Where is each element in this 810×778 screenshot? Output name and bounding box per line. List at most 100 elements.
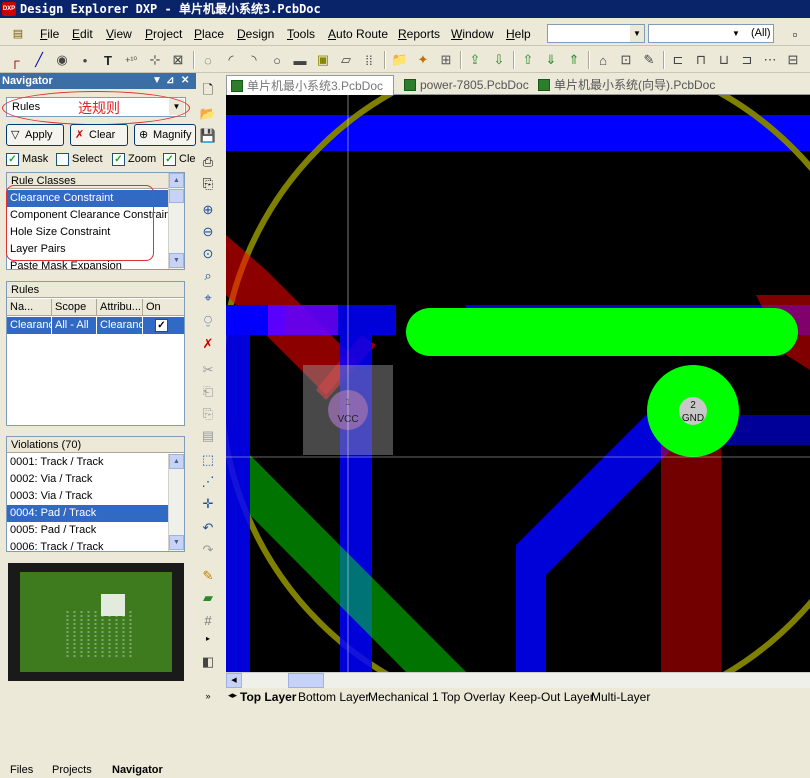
interactive-routing-icon[interactable]: ┌ <box>6 51 24 69</box>
tab-layer-mechanical[interactable]: Mechanical 1 <box>368 690 439 704</box>
keepout-icon[interactable]: ⊠ <box>169 51 187 69</box>
place-up-icon[interactable]: ⇧ <box>519 51 537 69</box>
arc-any-icon[interactable]: ◝ <box>245 51 263 69</box>
arc-center-icon[interactable]: ◌ <box>199 51 217 69</box>
horizontal-scrollbar[interactable]: ◀ <box>226 672 810 688</box>
via-icon[interactable]: • <box>76 51 94 69</box>
copy-icon[interactable]: ⎗ <box>199 383 217 401</box>
document-menu-icon[interactable]: ▤ <box>9 24 27 42</box>
scroll-down-icon[interactable]: ▼ <box>169 253 184 268</box>
tab-projects[interactable]: Projects <box>52 764 92 776</box>
move-up-icon[interactable]: ⇪ <box>466 51 484 69</box>
menu-design[interactable]: Design <box>237 27 274 41</box>
select-area-icon[interactable]: ⬚ <box>199 451 217 469</box>
toolbar-combo-filter[interactable]: (All) ▼ <box>648 24 774 43</box>
tab-layer-top[interactable]: Top Layer <box>240 690 296 704</box>
clear-button[interactable]: ✗ Clear <box>70 124 128 146</box>
tab-navigator[interactable]: Navigator <box>112 764 163 776</box>
menu-place[interactable]: Place <box>194 27 224 41</box>
list-item[interactable]: 0003: Via / Track <box>7 488 169 505</box>
highlight-net-icon[interactable]: ✎ <box>199 567 217 585</box>
scroll-up-icon[interactable]: ▲ <box>169 454 184 469</box>
scroll-thumb[interactable] <box>288 673 324 688</box>
print-preview-icon[interactable]: ⎘ <box>199 175 217 193</box>
vertical-scrollbar[interactable]: ▲ ▼ <box>168 454 184 551</box>
pcb-canvas[interactable]: 1 VCC 2 GND <box>226 95 810 672</box>
rule-on-checkbox[interactable]: ✓ <box>155 319 168 332</box>
list-item[interactable]: 0005: Pad / Track <box>7 522 169 539</box>
table-row[interactable]: Clearanc All - All Clearanc ✓ <box>7 317 184 334</box>
zoom-in-icon[interactable]: ⊕ <box>199 201 217 219</box>
menu-edit[interactable]: Edit <box>72 27 93 41</box>
column-header[interactable]: On <box>143 299 183 316</box>
tab-files[interactable]: Files <box>10 764 33 776</box>
zoom-area-icon[interactable]: ⌕ <box>199 267 217 285</box>
new-component-icon[interactable]: ✦ <box>414 51 432 69</box>
menu-project[interactable]: Project <box>145 27 182 41</box>
toolbar-extra-button[interactable]: ▫ <box>786 25 804 43</box>
scroll-left-icon[interactable]: ◀ <box>226 673 242 688</box>
open-folder-icon[interactable]: 📁 <box>391 51 409 69</box>
list-item[interactable]: 0001: Track / Track <box>7 454 169 471</box>
zoom-out-icon[interactable]: ⊖ <box>199 223 217 241</box>
text-icon[interactable]: T <box>99 51 117 69</box>
place-down-icon[interactable]: ⇓ <box>542 51 560 69</box>
magnify-button[interactable]: ⊕ Magnify <box>134 124 196 146</box>
paste-icon[interactable]: ⎘ <box>199 405 217 423</box>
mask-checkbox[interactable]: ✓ Mask <box>6 153 48 166</box>
dimension-icon[interactable]: ⊹ <box>146 51 164 69</box>
slice-icon[interactable]: ▱ <box>337 51 355 69</box>
select-connected-icon[interactable]: ⋰ <box>199 473 217 491</box>
tab-layer-multi[interactable]: Multi-Layer <box>591 690 650 704</box>
zoom-checkbox[interactable]: ✓ Zoom <box>112 153 156 166</box>
full-circle-icon[interactable]: ○ <box>268 51 286 69</box>
fill-icon[interactable]: ▬ <box>291 51 309 69</box>
component-wizard-icon[interactable]: ⌂ <box>594 51 612 69</box>
clear-existing-checkbox[interactable]: ✓ Cle <box>163 153 196 166</box>
list-item[interactable]: 0004: Pad / Track <box>7 505 169 522</box>
zoom-selected-icon[interactable]: ⌖ <box>199 289 217 307</box>
align-bottom-icon[interactable]: ⊔ <box>715 51 733 69</box>
vertical-scrollbar[interactable]: ▲ ▼ <box>168 173 184 269</box>
cut-icon[interactable]: ✂ <box>199 361 217 379</box>
board-mini-viewer[interactable] <box>8 563 184 681</box>
new-document-icon[interactable]: 🗋 <box>199 82 217 101</box>
redo-icon[interactable]: ↷ <box>199 541 217 559</box>
pin-icon[interactable]: ⊿ <box>166 73 174 89</box>
arc-edge-icon[interactable]: ◜ <box>222 51 240 69</box>
undo-icon[interactable]: ↶ <box>199 519 217 537</box>
component-edit-icon[interactable]: ⊡ <box>617 51 635 69</box>
column-header[interactable]: Scope <box>52 299 97 316</box>
scroll-up-icon[interactable]: ▲ <box>169 173 184 188</box>
toolbar-combo-left[interactable]: ▼ <box>547 24 645 43</box>
polygon-icon[interactable]: ▣ <box>314 51 332 69</box>
tab-document-power[interactable]: power-7805.PcbDoc <box>400 75 529 95</box>
rubber-stamp-icon[interactable]: ▤ <box>199 427 217 445</box>
menu-view[interactable]: View <box>106 27 132 41</box>
tab-layer-bottom[interactable]: Bottom Layer <box>298 690 369 704</box>
tab-layer-top-overlay[interactable]: Top Overlay <box>441 690 505 704</box>
menu-file[interactable]: File <box>40 27 59 41</box>
tab-document-active[interactable]: 单片机最小系统3.PcbDoc <box>226 75 394 95</box>
zoom-filtered-icon[interactable]: ⍜ <box>199 311 217 329</box>
clear-filter-icon[interactable]: ✗ <box>199 335 217 353</box>
align-left-icon[interactable]: ⊏ <box>669 51 687 69</box>
zoom-fit-icon[interactable]: ⊙ <box>199 245 217 263</box>
menu-help[interactable]: Help <box>506 27 531 41</box>
line-icon[interactable]: ╱ <box>30 51 48 69</box>
array-paste-icon[interactable]: ⁞⁞ <box>360 51 378 69</box>
menu-tools[interactable]: Tools <box>287 27 315 41</box>
cross-probe-icon[interactable]: ✎ <box>640 51 658 69</box>
select-checkbox[interactable]: Select <box>56 153 103 166</box>
align-grid-icon[interactable]: ⊟ <box>784 51 802 69</box>
align-top-icon[interactable]: ⊓ <box>692 51 710 69</box>
move-icon[interactable]: ✛ <box>199 495 217 513</box>
move-down-icon[interactable]: ⇩ <box>490 51 508 69</box>
save-icon[interactable]: 💾 <box>199 127 217 145</box>
browse-component-icon[interactable]: ▰ <box>199 589 217 607</box>
pad-icon[interactable]: ◉ <box>53 51 71 69</box>
column-header[interactable]: Attribu... <box>97 299 143 316</box>
chevron-double-down-icon[interactable]: » <box>199 687 217 705</box>
3d-view-icon[interactable]: ◧ <box>199 653 217 671</box>
coordinate-icon[interactable]: +¹⁰ <box>122 51 140 69</box>
